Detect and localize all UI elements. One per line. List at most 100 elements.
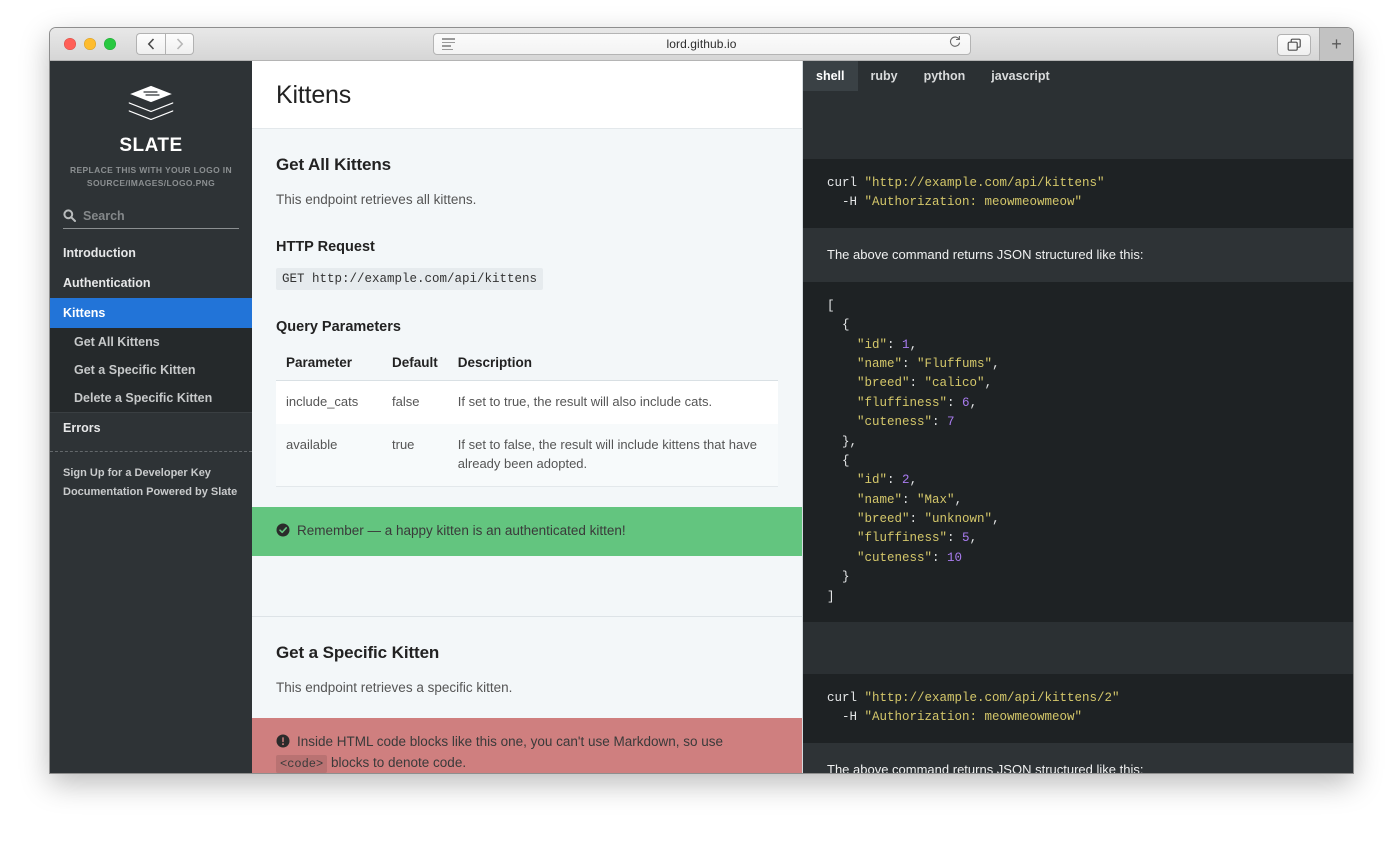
cell-description: If set to true, the result will also inc… [448, 381, 778, 424]
code-token [827, 493, 857, 507]
sidebar-item-authentication[interactable]: Authentication [50, 268, 252, 298]
code-token: "fluffiness" [857, 396, 947, 410]
code-token: , [970, 531, 978, 545]
table-row: include_cats false If set to true, the r… [276, 381, 778, 424]
browser-window: lord.github.io + [50, 28, 1353, 773]
code-token: -H [827, 195, 865, 209]
main-content: Kittens Get All Kittens This endpoint re… [252, 61, 803, 773]
sidebar-item-kittens[interactable]: Kittens [50, 298, 252, 328]
warning-callout-text-after: blocks to denote code. [331, 755, 466, 770]
code-token: }, [827, 435, 857, 449]
http-request-heading: HTTP Request [276, 210, 778, 255]
sidebar-item-get-a-specific-kitten[interactable]: Get a Specific Kitten [50, 356, 252, 384]
code-token: "name" [857, 493, 902, 507]
code-panel-top-spacer [803, 91, 1353, 159]
code-token: "calico" [925, 376, 985, 390]
code-panel: shell ruby python javascript curl "http:… [803, 61, 1353, 773]
code-token: : [932, 415, 947, 429]
code-token: "fluffiness" [857, 531, 947, 545]
code-token: : [887, 338, 902, 352]
close-window-button[interactable] [64, 38, 76, 50]
code-token [827, 531, 857, 545]
code-token: , [910, 473, 918, 487]
cell-default: false [382, 381, 448, 424]
code-token: "Fluffums" [917, 357, 992, 371]
sidebar-footer-links: Sign Up for a Developer Key Documentatio… [50, 452, 252, 515]
page-title: Kittens [276, 81, 778, 110]
reader-view-icon[interactable] [442, 38, 455, 50]
sidebar-item-get-all-kittens[interactable]: Get All Kittens [50, 328, 252, 356]
sidebar-item-errors[interactable]: Errors [50, 413, 252, 443]
warning-callout-text-before: Inside HTML code blocks like this one, y… [297, 734, 723, 749]
code-token: "Max" [917, 493, 955, 507]
code-token: ] [827, 590, 835, 604]
tab-shell[interactable]: shell [803, 61, 858, 91]
code-token: , [992, 357, 1000, 371]
navigation-buttons [136, 33, 194, 55]
address-bar[interactable]: lord.github.io [433, 33, 971, 55]
search-input[interactable]: Search [63, 209, 239, 229]
code-panel-spacer [803, 622, 1353, 674]
tab-ruby[interactable]: ruby [858, 61, 911, 91]
forward-button[interactable] [165, 33, 194, 55]
section-heading: Get All Kittens [276, 129, 778, 175]
url-text: lord.github.io [666, 37, 736, 51]
sidebar-logo: SLATE REPLACE THIS WITH YOUR LOGO IN SOU… [50, 61, 252, 190]
code-token: "http://example.com/api/kittens" [865, 176, 1105, 190]
code-token: : [947, 396, 962, 410]
brand-name: SLATE [50, 135, 252, 157]
new-tab-button[interactable]: + [1319, 28, 1353, 61]
code-token: 1 [902, 338, 910, 352]
sidebar-item-introduction[interactable]: Introduction [50, 238, 252, 268]
brand-subtitle: REPLACE THIS WITH YOUR LOGO IN SOURCE/IM… [50, 164, 252, 190]
success-callout-text: Remember — a happy kitten is an authenti… [297, 523, 626, 538]
code-block[interactable]: curl "http://example.com/api/kittens/2" … [803, 674, 1353, 743]
code-token [827, 551, 857, 565]
section-get-all-kittens: Get All Kittens This endpoint retrieves … [252, 129, 802, 487]
code-token: "Authorization: meowmeowmeow" [865, 195, 1083, 209]
language-tabs: shell ruby python javascript [803, 61, 1353, 91]
tab-overview-icon [1287, 38, 1302, 52]
chevron-left-icon [147, 38, 155, 50]
code-token: 5 [962, 531, 970, 545]
success-callout: Remember — a happy kitten is an authenti… [252, 507, 802, 556]
minimize-window-button[interactable] [84, 38, 96, 50]
browser-titlebar: lord.github.io + [50, 28, 1353, 61]
code-token [827, 396, 857, 410]
sidebar-item-delete-a-specific-kitten[interactable]: Delete a Specific Kitten [50, 384, 252, 413]
tab-overview-button[interactable] [1277, 34, 1311, 56]
code-token: : [902, 357, 917, 371]
code-token: "http://example.com/api/kittens/2" [865, 691, 1120, 705]
code-block[interactable]: curl "http://example.com/api/kittens" -H… [803, 159, 1353, 228]
books-stack-logo-icon [124, 83, 178, 127]
section-get-a-specific-kitten: Get a Specific Kitten This endpoint retr… [252, 617, 802, 698]
code-block[interactable]: [ { "id": 1, "name": "Fluffums", "breed"… [803, 282, 1353, 622]
tab-javascript[interactable]: javascript [978, 61, 1062, 91]
http-request-code: GET http://example.com/api/kittens [276, 268, 543, 290]
page-header: Kittens [252, 61, 802, 129]
code-token: , [910, 338, 918, 352]
search-placeholder: Search [83, 209, 125, 223]
code-token: "id" [857, 338, 887, 352]
code-token: [ [827, 299, 835, 313]
code-token: : [910, 376, 925, 390]
footer-link-powered-by-slate[interactable]: Documentation Powered by Slate [63, 483, 239, 502]
cell-default: true [382, 424, 448, 486]
code-token: "name" [857, 357, 902, 371]
code-token [827, 376, 857, 390]
code-token: 2 [902, 473, 910, 487]
maximize-window-button[interactable] [104, 38, 116, 50]
titlebar-right-controls: + [1277, 28, 1353, 61]
footer-link-developer-key[interactable]: Sign Up for a Developer Key [63, 464, 239, 483]
column-header-default: Default [382, 349, 448, 381]
sidebar-nav: Introduction Authentication Kittens Get … [50, 238, 252, 444]
exclamation-circle-icon [276, 734, 290, 748]
code-token: 6 [962, 396, 970, 410]
cell-description: If set to false, the result will include… [448, 424, 778, 486]
code-token: curl [827, 176, 865, 190]
reload-icon[interactable] [949, 35, 961, 53]
content-spacer [252, 556, 802, 616]
back-button[interactable] [136, 33, 165, 55]
section-description: This endpoint retrieves all kittens. [276, 175, 778, 210]
tab-python[interactable]: python [911, 61, 979, 91]
